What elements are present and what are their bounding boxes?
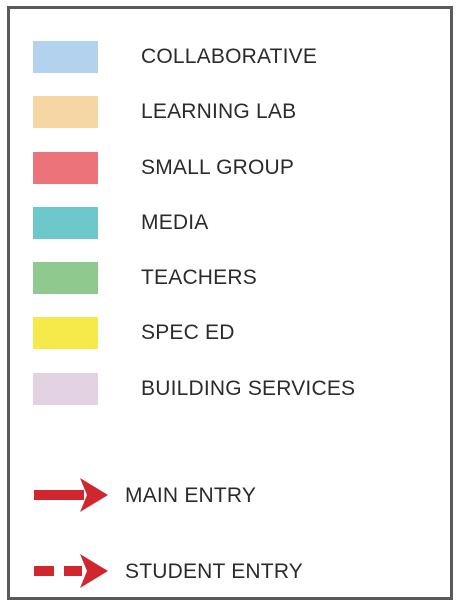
spec-ed-swatch [33, 317, 98, 349]
teachers-swatch [33, 262, 98, 294]
media-label: MEDIA [141, 211, 209, 234]
dashed-arrow-icon [34, 554, 108, 588]
legend-item-teachers: TEACHERS [10, 262, 450, 294]
dashed-arrow-dash [34, 566, 54, 576]
legend-item-main-entry: MAIN ENTRY [10, 475, 450, 515]
legend-item-small-group: SMALL GROUP [10, 152, 450, 184]
dashed-arrow-shaft [64, 566, 82, 576]
teachers-label: TEACHERS [141, 266, 257, 289]
legend-box: COLLABORATIVE LEARNING LAB SMALL GROUP M… [7, 6, 453, 600]
building-services-swatch [33, 373, 98, 405]
solid-arrow-head [80, 478, 108, 512]
spec-ed-label: SPEC ED [141, 321, 235, 344]
building-services-label: BUILDING SERVICES [141, 377, 356, 400]
dashed-arrow-head [80, 554, 108, 588]
legend-item-spec-ed: SPEC ED [10, 317, 450, 349]
learning-lab-label: LEARNING LAB [141, 100, 297, 123]
legend-item-building-services: BUILDING SERVICES [10, 373, 450, 405]
collaborative-swatch [33, 41, 98, 73]
main-entry-label: MAIN ENTRY [125, 484, 257, 507]
small-group-swatch [33, 152, 98, 184]
small-group-label: SMALL GROUP [141, 156, 295, 179]
learning-lab-swatch [33, 96, 98, 128]
legend-item-collaborative: COLLABORATIVE [10, 41, 450, 73]
legend-item-media: MEDIA [10, 207, 450, 239]
legend-item-learning-lab: LEARNING LAB [10, 96, 450, 128]
solid-arrow-icon [34, 478, 108, 512]
solid-arrow-shaft [34, 490, 84, 500]
collaborative-label: COLLABORATIVE [141, 45, 318, 68]
legend-item-student-entry: STUDENT ENTRY [10, 551, 450, 591]
student-entry-label: STUDENT ENTRY [125, 560, 304, 583]
media-swatch [33, 207, 98, 239]
